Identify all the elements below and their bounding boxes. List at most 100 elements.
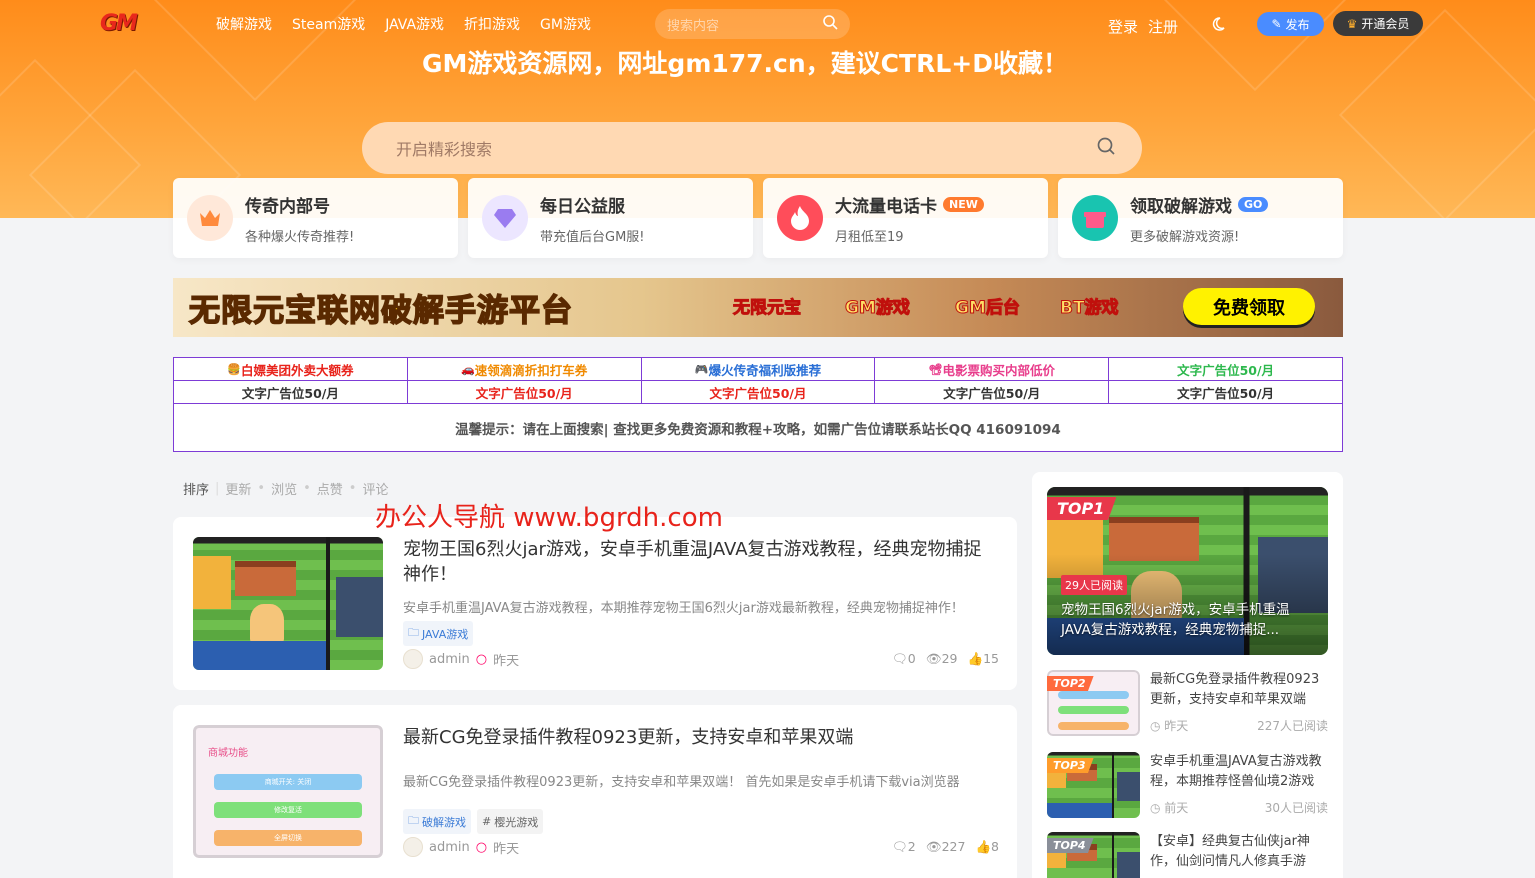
post-tags: 🗀 JAVA游戏	[403, 621, 474, 646]
tag-java-games[interactable]: 🗀 JAVA游戏	[403, 621, 474, 646]
menu-item-crack-games[interactable]: 破解游戏	[216, 14, 272, 34]
sort-option-update[interactable]: 更新	[225, 479, 251, 498]
menu-item-gm-games[interactable]: GM游戏	[540, 14, 591, 34]
ad-row: 文字广告位50/月 文字广告位50/月 文字广告位50/月 文字广告位50/月 文字广告…	[174, 381, 1342, 404]
banner-tag: GM游戏	[845, 298, 911, 319]
ranking-item[interactable]: TOP3 安卓手机重温JAVA复古游戏教程，本期推荐怪兽仙境2游戏 ◷ 前天 30人已…	[1047, 752, 1328, 822]
rank-badge: TOP3	[1047, 758, 1094, 773]
post-meta: admin ○ 昨天 🗨2 👁227 👍8	[403, 837, 999, 857]
pencil-icon: ✎	[1271, 17, 1282, 31]
text-ad-link[interactable]: 文字广告位50/月	[174, 381, 408, 403]
text-ad-link[interactable]: 文字广告位50/月	[1109, 358, 1342, 380]
post-excerpt: 安卓手机重温JAVA复古游戏教程，本期推荐宠物王国6烈火jar游戏最新教程，经典…	[403, 601, 964, 616]
feature-card-text: 领取破解游戏 GO 更多破解游戏资源!	[1130, 192, 1269, 245]
text-ad-link[interactable]: 🚗 速领滴滴折扣打车券	[408, 358, 642, 380]
top1-item[interactable]: TOP1 29人已阅读 宠物王国6烈火jar游戏，安卓手机重温JAVA复古游戏教…	[1047, 487, 1328, 655]
ranking-item[interactable]: TOP2 最新CG免登录插件教程0923更新，支持安卓和苹果双端 ◷ 昨天 227人已…	[1047, 670, 1328, 740]
publish-button[interactable]: ✎ 发布	[1257, 12, 1324, 36]
feature-card-title-text: 大流量电话卡	[835, 196, 937, 217]
like-count: 👍15	[967, 651, 999, 666]
thumb-button: 商城开关: 关闭	[214, 773, 362, 791]
ad-label: 电影票购买内部低价	[942, 362, 1056, 378]
ad-label: 文字广告位50/月	[475, 385, 573, 401]
ranking-title[interactable]: 最新CG免登录插件教程0923更新，支持安卓和苹果双端	[1150, 670, 1328, 710]
hot-ranking-sidebar: TOP1 29人已阅读 宠物王国6烈火jar游戏，安卓手机重温JAVA复古游戏教…	[1032, 472, 1343, 878]
banner-claim-button[interactable]: 免费领取	[1183, 288, 1315, 325]
thumbs-up-icon: 👍	[967, 651, 984, 666]
post-title[interactable]: 最新CG免登录插件教程0923更新，支持安卓和苹果双端	[403, 725, 993, 750]
post-author[interactable]: admin	[429, 840, 470, 855]
tag-yingguang-games[interactable]: # 樱光游戏	[477, 809, 544, 834]
sort-option-likes[interactable]: 点赞	[317, 479, 343, 498]
sort-option-views[interactable]: 浏览	[271, 479, 297, 498]
dot-icon: ○	[475, 651, 488, 667]
search-icon[interactable]	[822, 14, 838, 34]
post-tags: 🗀 破解游戏 # 樱光游戏	[403, 809, 544, 834]
feature-card-title-text: 传奇内部号	[245, 196, 330, 217]
read-count: 30人已阅读	[1264, 801, 1328, 815]
hero-search-input[interactable]: 开启精彩搜索	[362, 122, 1142, 174]
banner-tag: GM后台	[955, 298, 1021, 319]
thumb-button: 修改复活	[214, 801, 362, 819]
feature-card-title: 每日公益服	[540, 192, 645, 217]
avatar[interactable]	[403, 837, 423, 857]
ranking-thumbnail[interactable]: TOP3	[1047, 752, 1140, 818]
feature-card-title: 传奇内部号	[245, 192, 354, 217]
post-card[interactable]: 宠物王国6烈火jar游戏，安卓手机重温JAVA复古游戏教程，经典宠物捕捉神作！ …	[173, 517, 1017, 690]
top1-title[interactable]: 宠物王国6烈火jar游戏，安卓手机重温JAVA复古游戏教程，经典宠物捕捉...	[1061, 600, 1316, 640]
feature-card[interactable]: 每日公益服 带充值后台GM服!	[468, 178, 753, 258]
login-link[interactable]: 登录	[1108, 16, 1138, 37]
text-ad-link[interactable]: 🍔 白嫖美团外卖大额券	[174, 358, 408, 380]
menu-item-discount-games[interactable]: 折扣游戏	[464, 14, 520, 34]
dot-icon: ○	[475, 839, 488, 855]
publish-label: 发布	[1285, 17, 1310, 32]
ad-label: 白嫖美团外卖大额券	[240, 362, 354, 378]
ranking-thumbnail[interactable]: TOP2	[1047, 670, 1140, 736]
post-title[interactable]: 宠物王国6烈火jar游戏，安卓手机重温JAVA复古游戏教程，经典宠物捕捉神作！	[403, 537, 993, 587]
post-excerpt: 最新CG免登录插件教程0923更新，支持安卓和苹果双端！ 首先如果是安卓手机请下…	[403, 775, 960, 790]
text-ad-link[interactable]: 文字广告位50/月	[408, 381, 642, 403]
ranking-thumbnail[interactable]: TOP4	[1047, 832, 1140, 878]
text-ad-link[interactable]: 文字广告位50/月	[642, 381, 876, 403]
badge: GO	[1238, 196, 1269, 212]
moon-icon[interactable]	[1210, 16, 1226, 36]
nav-search-placeholder: 搜索内容	[667, 18, 720, 34]
feature-card-text: 每日公益服 带充值后台GM服!	[540, 192, 645, 245]
post-thumbnail[interactable]	[193, 537, 383, 670]
feature-card-subtitle: 月租低至19	[835, 229, 904, 245]
sort-option-comments[interactable]: 评论	[362, 479, 388, 498]
post-thumbnail[interactable]: 商城功能 商城开关: 关闭 修改复活 全屏切换	[193, 725, 383, 858]
ad-label: 文字广告位50/月	[709, 385, 807, 401]
text-ad-link[interactable]: 文字广告位50/月	[875, 381, 1110, 403]
site-logo[interactable]: GM	[100, 11, 138, 36]
site-slogan: GM游戏资源网，网址gm177.cn，建议CTRL+D收藏！	[422, 49, 1068, 78]
sort-bar: 排序 | 更新 • 浏览 • 点赞 • 评论	[183, 479, 389, 498]
ranking-title[interactable]: 安卓手机重温JAVA复古游戏教程，本期推荐怪兽仙境2游戏	[1150, 752, 1328, 792]
nav-search-input[interactable]: 搜索内容	[655, 9, 850, 39]
comment-icon: 🗨	[891, 839, 908, 854]
menu-item-java-games[interactable]: JAVA游戏	[385, 14, 444, 34]
vip-button[interactable]: ♛ 开通会员	[1333, 11, 1423, 36]
text-ad-link[interactable]: 文字广告位50/月	[1109, 381, 1342, 403]
banner-title: 无限元宝联网破解手游平台	[188, 292, 573, 330]
rank-badge: TOP1	[1047, 497, 1117, 520]
feature-card[interactable]: 传奇内部号 各种爆火传奇推荐!	[173, 178, 458, 258]
text-ad-link[interactable]: 📽 电影票购买内部低价	[875, 358, 1110, 380]
ranking-item[interactable]: TOP4 【安卓】经典复古仙侠jar神作，仙剑问情凡人修真手游	[1047, 832, 1328, 878]
feature-card[interactable]: 大流量电话卡 NEW 月租低至19	[763, 178, 1048, 258]
search-icon[interactable]	[1096, 136, 1116, 160]
register-link[interactable]: 注册	[1148, 16, 1178, 37]
menu-item-steam-games[interactable]: Steam游戏	[292, 14, 365, 34]
clock-icon: ◷	[1150, 719, 1165, 733]
ad-icon: 📽	[928, 362, 943, 376]
view-count: 👁227	[925, 839, 966, 854]
tag-crack-games[interactable]: 🗀 破解游戏	[403, 809, 471, 834]
feature-card[interactable]: 领取破解游戏 GO 更多破解游戏资源!	[1058, 178, 1343, 258]
post-card[interactable]: 商城功能 商城开关: 关闭 修改复活 全屏切换 最新CG免登录插件教程0923更…	[173, 705, 1017, 878]
post-author[interactable]: admin	[429, 652, 470, 667]
ranking-title[interactable]: 【安卓】经典复古仙侠jar神作，仙剑问情凡人修真手游	[1150, 832, 1328, 872]
text-ad-link[interactable]: 🎮 爆火传奇福利版推荐	[642, 358, 876, 380]
ad-icon: 🎮	[694, 362, 709, 376]
promo-banner[interactable]: 无限元宝联网破解手游平台 无限元宝 GM游戏 GM后台 BT游戏 免费领取	[173, 278, 1343, 337]
avatar[interactable]	[403, 649, 423, 669]
